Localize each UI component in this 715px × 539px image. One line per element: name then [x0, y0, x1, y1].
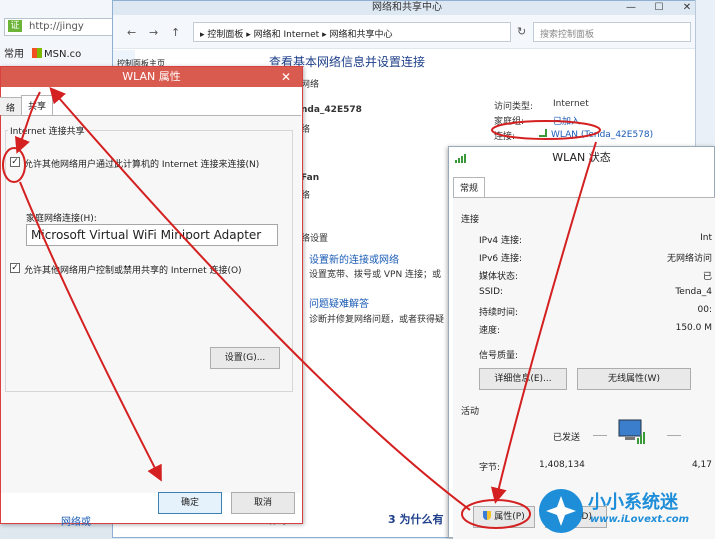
ipv4-value: Int [700, 233, 712, 243]
breadcrumb-path: ▸ 控制面板 ▸ 网络和 Internet ▸ 网络和共享中心 [200, 30, 393, 40]
access-type-value: Internet [553, 99, 589, 109]
shield-icon [483, 511, 492, 520]
duration-label: 持续时间: [479, 308, 519, 318]
sharing-panel: Internet 连接共享 ✓ 允许其他网络用户通过此计算机的 Internet… [1, 115, 301, 514]
speed-value: 150.0 M [675, 323, 712, 333]
favorites-folder[interactable]: 常用 [4, 49, 24, 60]
sent-label: 已发送 [553, 433, 581, 443]
signal-quality-label: 信号质量: [479, 351, 519, 361]
allow-sharing-checkbox[interactable]: ✓ [10, 157, 20, 167]
watermark-logo-icon [539, 489, 583, 533]
wifi-signal-icon [539, 129, 547, 137]
up-button[interactable]: ↑ [171, 26, 180, 39]
setup-connection-link[interactable]: 设置新的连接或网络 [309, 251, 399, 266]
ics-group: Internet 连接共享 ✓ 允许其他网络用户通过此计算机的 Internet… [5, 124, 293, 392]
setup-connection-desc: 设置宽带、拨号或 VPN 连接；或 [309, 270, 442, 280]
homegroup-link[interactable]: 已加入 [553, 114, 580, 127]
msn-icon [32, 48, 42, 58]
search-input[interactable]: 搜索控制面板 [533, 22, 691, 42]
status-titlebar: WLAN 状态 [449, 147, 714, 169]
nsc-title: 网络和共享中心 [113, 1, 701, 15]
network1-name: nda_42E578 [301, 105, 362, 115]
ipv6-label: IPv6 连接: [479, 254, 523, 264]
status-title: WLAN 状态 [552, 151, 611, 164]
ssid-label: SSID: [479, 287, 504, 297]
tab-network[interactable]: 络 [0, 97, 23, 115]
address-bar[interactable]: http://jingy [4, 18, 124, 36]
wireless-properties-button[interactable]: 无线属性(W) [577, 368, 691, 390]
homegroup-label: 家庭组: [494, 117, 525, 127]
ok-button[interactable]: 确定 [158, 492, 222, 514]
troubleshoot-link[interactable]: 问题疑难解答 [309, 295, 369, 310]
media-state-value: 已 [702, 272, 712, 282]
back-button[interactable]: ← [127, 26, 136, 39]
wlan-status-dialog: WLAN 状态 常规 连接 IPv4 连接: Int IPv6 连接: 无网络访… [448, 146, 715, 539]
favorites-bar: 常用 MSN.co [0, 42, 130, 62]
allow-sharing-label: 允许其他网络用户通过此计算机的 Internet 连接来连接(N) [24, 160, 260, 170]
watermark-title: 小小系统迷 [588, 492, 678, 513]
favorites-msn-link[interactable]: MSN.co [44, 49, 81, 60]
allow-control-checkbox[interactable]: ✓ [10, 263, 20, 273]
address-text: http://jingy [29, 21, 84, 32]
network2-name: Fan [301, 173, 320, 183]
connection-section-label: 连接 [461, 215, 480, 225]
maximize-button[interactable]: ☐ [645, 1, 673, 15]
activity-section-label: 活动 [461, 407, 480, 417]
sent-line [593, 435, 607, 436]
breadcrumb[interactable]: ▸ 控制面板 ▸ 网络和 Internet ▸ 网络和共享中心 [193, 22, 511, 42]
browser-window: http://jingy 证 常用 MSN.co [0, 0, 130, 70]
props-titlebar: WLAN 属性 ✕ [1, 67, 302, 87]
bytes-sent-value: 1,408,134 [539, 460, 585, 470]
details-button[interactable]: 详细信息(E)... [479, 368, 567, 390]
nsc-navbar: ← → ↑ ▸ 控制面板 ▸ 网络和 Internet ▸ 网络和共享中心 ↻ … [113, 15, 701, 49]
wlan-connection-link[interactable]: WLAN (Tenda_42E578) [539, 129, 653, 140]
bytes-received-value: 4,17 [691, 460, 712, 470]
forward-button[interactable]: → [149, 26, 158, 39]
watermark-url: www.iLovext.com [590, 514, 690, 525]
signal-icon [455, 154, 466, 163]
home-connection-label: 家庭网络连接(H): [26, 214, 97, 224]
active-networks-label: 网络 [301, 80, 320, 90]
props-title: WLAN 属性 [122, 70, 181, 83]
settings-button[interactable]: 设置(G)... [210, 347, 280, 369]
media-state-label: 媒体状态: [479, 272, 519, 282]
watermark: 小小系统迷 www.iLovext.com [520, 484, 715, 538]
home-connection-select[interactable]: Microsoft Virtual WiFi Miniport Adapter [26, 224, 278, 246]
tab-sharing[interactable]: 共享 [21, 95, 54, 116]
cancel-button[interactable]: 取消 [231, 492, 295, 514]
received-line [667, 435, 681, 436]
props-close-button[interactable]: ✕ [274, 69, 298, 85]
network-computer-icon [618, 419, 645, 444]
wlan-connection-text: WLAN (Tenda_42E578) [551, 130, 654, 140]
change-settings-label: 络设置 [301, 234, 329, 244]
speed-label: 速度: [479, 326, 501, 336]
certificate-badge[interactable]: 证 [8, 20, 22, 32]
access-type-label: 访问类型: [494, 102, 534, 112]
duration-value: 00: [697, 305, 712, 315]
refresh-icon[interactable]: ↻ [517, 25, 526, 38]
ssid-value: Tenda_4 [675, 287, 712, 297]
wlan-properties-dialog: WLAN 属性 ✕ 络 共享 Internet 连接共享 ✓ 允许其他网络用户通… [0, 66, 303, 528]
connection-label: 连接: [494, 132, 516, 142]
minimize-button[interactable]: — [617, 1, 645, 15]
troubleshoot-desc: 诊断并修复网络问题，或者获得疑 [309, 315, 445, 325]
ipv4-label: IPv4 连接: [479, 236, 523, 246]
allow-control-label: 允许其他网络用户控制或禁用共享的 Internet 连接(O) [24, 266, 242, 276]
bytes-label: 字节: [479, 463, 501, 473]
ics-group-label: Internet 连接共享 [8, 124, 87, 137]
bottom-question-2[interactable]: 3 为什么有 [388, 511, 443, 527]
tab-general[interactable]: 常规 [453, 177, 486, 197]
ipv6-value: 无网络访问 [666, 254, 712, 264]
props-tabs: 络 共享 [0, 95, 301, 116]
props-bottom-text: 网络或 [61, 517, 91, 528]
